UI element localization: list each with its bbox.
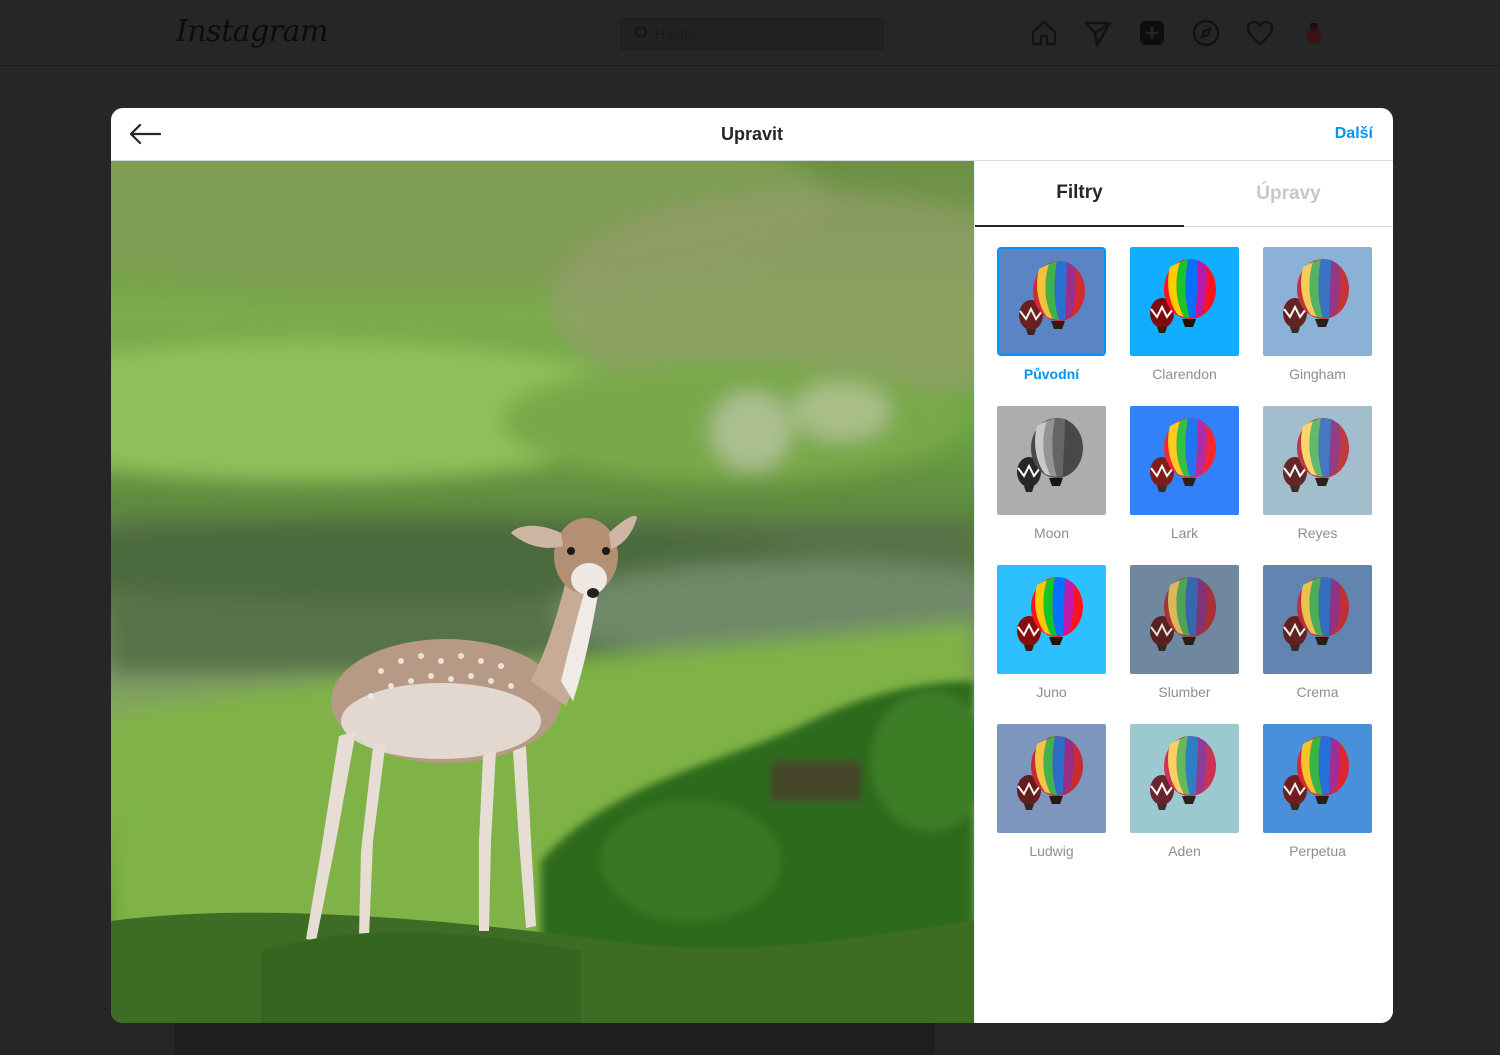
filter-name: Juno — [1036, 684, 1067, 700]
search-placeholder: Hledat — [655, 26, 696, 42]
filter-name: Gingham — [1289, 366, 1346, 382]
filter-name: Lark — [1170, 525, 1199, 541]
profile-avatar[interactable] — [1296, 15, 1332, 51]
filter-thumbnail — [1130, 247, 1239, 356]
filter-name: Clarendon — [1152, 366, 1217, 382]
filter-item[interactable]: Aden — [1130, 724, 1239, 861]
filter-item[interactable]: Reyes — [1263, 406, 1372, 543]
edit-tabs: Filtry Úpravy — [975, 161, 1393, 227]
instagram-logo[interactable]: Instagram — [176, 14, 328, 49]
filter-name: Aden — [1168, 843, 1201, 859]
filter-thumbnail — [997, 565, 1106, 674]
edit-modal: Upravit Další Filtry Úpravy Původní Clar… — [111, 108, 1393, 1023]
filter-item[interactable]: Slumber — [1130, 565, 1239, 702]
edit-panel: Filtry Úpravy Původní Clarendon Gingham — [974, 161, 1393, 1023]
filter-item[interactable]: Ludwig — [997, 724, 1106, 861]
modal-title: Upravit — [720, 124, 783, 144]
activity-icon[interactable] — [1242, 15, 1278, 51]
photo-preview — [111, 161, 974, 1023]
filter-thumbnail — [1130, 406, 1239, 515]
home-icon[interactable] — [1026, 15, 1062, 51]
filter-item[interactable]: Clarendon — [1130, 247, 1239, 384]
tab-adjustments[interactable]: Úpravy — [1184, 161, 1393, 227]
filter-item[interactable]: Crema — [1263, 565, 1372, 702]
nav-icons — [1026, 15, 1332, 51]
filter-name: Moon — [1033, 525, 1070, 541]
filter-name: Reyes — [1297, 525, 1338, 541]
filter-item[interactable]: Gingham — [1263, 247, 1372, 384]
new-post-icon[interactable] — [1134, 15, 1170, 51]
tab-filters[interactable]: Filtry — [975, 161, 1184, 227]
next-button[interactable]: Další — [1335, 125, 1373, 143]
modal-header: Upravit Další — [111, 108, 1393, 161]
top-navigation-bar: Instagram Hledat — [0, 0, 1500, 66]
filter-thumbnail — [1263, 565, 1372, 674]
filter-thumbnail — [1263, 247, 1372, 356]
filter-name: Původní — [1023, 366, 1080, 382]
filter-item[interactable]: Moon — [997, 406, 1106, 543]
search-input[interactable]: Hledat — [620, 18, 884, 50]
filter-name: Perpetua — [1289, 843, 1346, 859]
filter-thumbnail — [1130, 565, 1239, 674]
background-content — [175, 1022, 935, 1055]
filter-name: Crema — [1296, 684, 1339, 700]
filter-grid: Původní Clarendon Gingham Moon Lark Reye… — [997, 247, 1372, 861]
filter-thumbnail — [1263, 406, 1372, 515]
filter-item[interactable]: Lark — [1130, 406, 1239, 543]
explore-icon[interactable] — [1188, 15, 1224, 51]
filter-item[interactable]: Perpetua — [1263, 724, 1372, 861]
filter-thumbnail — [997, 406, 1106, 515]
search-icon — [635, 26, 647, 38]
filter-item[interactable]: Juno — [997, 565, 1106, 702]
direct-icon[interactable] — [1080, 15, 1116, 51]
filter-thumbnail — [1263, 724, 1372, 833]
deer-photo — [111, 161, 974, 1023]
filter-thumbnail — [997, 247, 1106, 356]
filter-name: Ludwig — [1029, 843, 1074, 859]
filter-name: Slumber — [1158, 684, 1211, 700]
filter-item[interactable]: Původní — [997, 247, 1106, 384]
filter-thumbnail — [1130, 724, 1239, 833]
filter-thumbnail — [997, 724, 1106, 833]
